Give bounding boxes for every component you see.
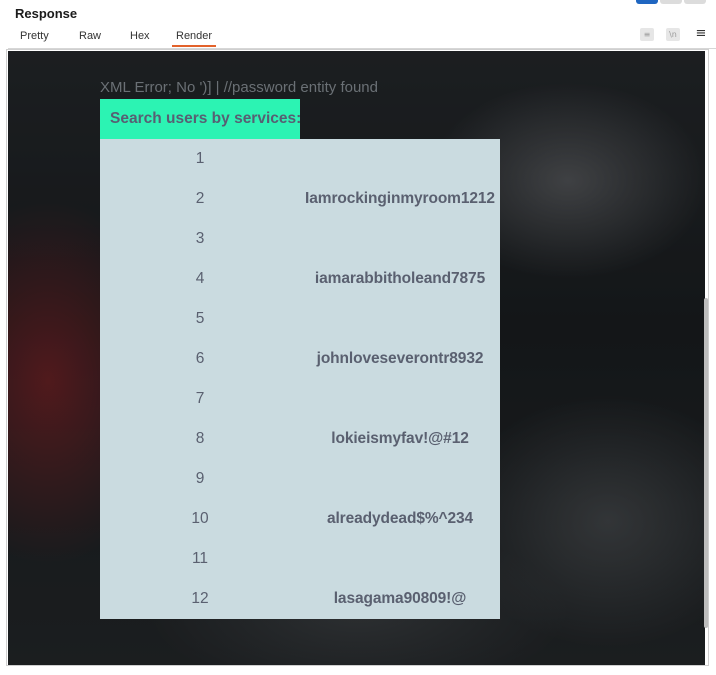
wrap-lines-icon[interactable]: ≡	[640, 28, 654, 41]
table-row: 8 lokieismyfav!@#12	[100, 419, 500, 459]
render-view: XML Error; No ')] | //password entity fo…	[6, 49, 709, 666]
results-table: 1 2 Iamrockinginmyroom1212 3 4 iamarabbith…	[100, 139, 500, 619]
tab-render[interactable]: Render	[172, 24, 217, 47]
vertical-scrollbar[interactable]	[704, 298, 708, 628]
table-row: 4 iamarabbitholeand7875	[100, 259, 500, 299]
tab-raw[interactable]: Raw	[75, 24, 105, 47]
response-tabs: Pretty Raw Hex Render	[8, 24, 716, 49]
row-number: 7	[195, 390, 205, 407]
row-number: 8	[195, 430, 205, 447]
row-number: 10	[191, 510, 209, 527]
background-photo: XML Error; No ')] | //password entity fo…	[8, 51, 705, 665]
split-view-toggle[interactable]	[636, 0, 658, 4]
newline-icon[interactable]: \n	[666, 28, 680, 41]
table-row: 6 johnloveseverontr8932	[100, 339, 500, 379]
table-row: 3	[100, 219, 500, 259]
single-view-toggle[interactable]	[684, 0, 706, 4]
row-number: 6	[195, 350, 205, 367]
row-number: 1	[195, 150, 205, 167]
row-number: 12	[191, 590, 209, 607]
row-value: Iamrockinginmyroom1212	[305, 190, 495, 207]
row-number: 11	[191, 550, 209, 567]
xml-error-message: XML Error; No ')] | //password entity fo…	[100, 79, 378, 96]
row-value: iamarabbitholeand7875	[314, 270, 486, 287]
row-value: lokieismyfav!@#12	[331, 430, 469, 447]
row-value: alreadydead$%^234	[326, 510, 474, 527]
row-value: lasagama90809!@	[333, 590, 467, 607]
tab-pretty[interactable]: Pretty	[16, 24, 53, 47]
table-row: 11	[100, 539, 500, 579]
menu-icon[interactable]: ≡	[695, 27, 707, 41]
table-row: 2 Iamrockinginmyroom1212	[100, 179, 500, 219]
row-number: 4	[195, 270, 205, 287]
table-row: 5	[100, 299, 500, 339]
table-row: 7	[100, 379, 500, 419]
row-number: 3	[195, 230, 205, 247]
panel-title: Response	[15, 6, 78, 21]
search-header: Search users by services:	[100, 99, 301, 139]
table-row: 9	[100, 459, 500, 499]
horizontal-view-toggle[interactable]	[660, 0, 682, 4]
view-toggles	[636, 0, 706, 4]
table-row: 12 lasagama90809!@	[100, 579, 500, 619]
table-row: 10 alreadydead$%^234	[100, 499, 500, 539]
row-number: 5	[195, 310, 205, 327]
table-row: 1	[100, 139, 500, 179]
row-number: 9	[195, 470, 205, 487]
row-value: johnloveseverontr8932	[316, 350, 484, 367]
tab-hex[interactable]: Hex	[126, 24, 154, 47]
row-number: 2	[195, 190, 205, 207]
